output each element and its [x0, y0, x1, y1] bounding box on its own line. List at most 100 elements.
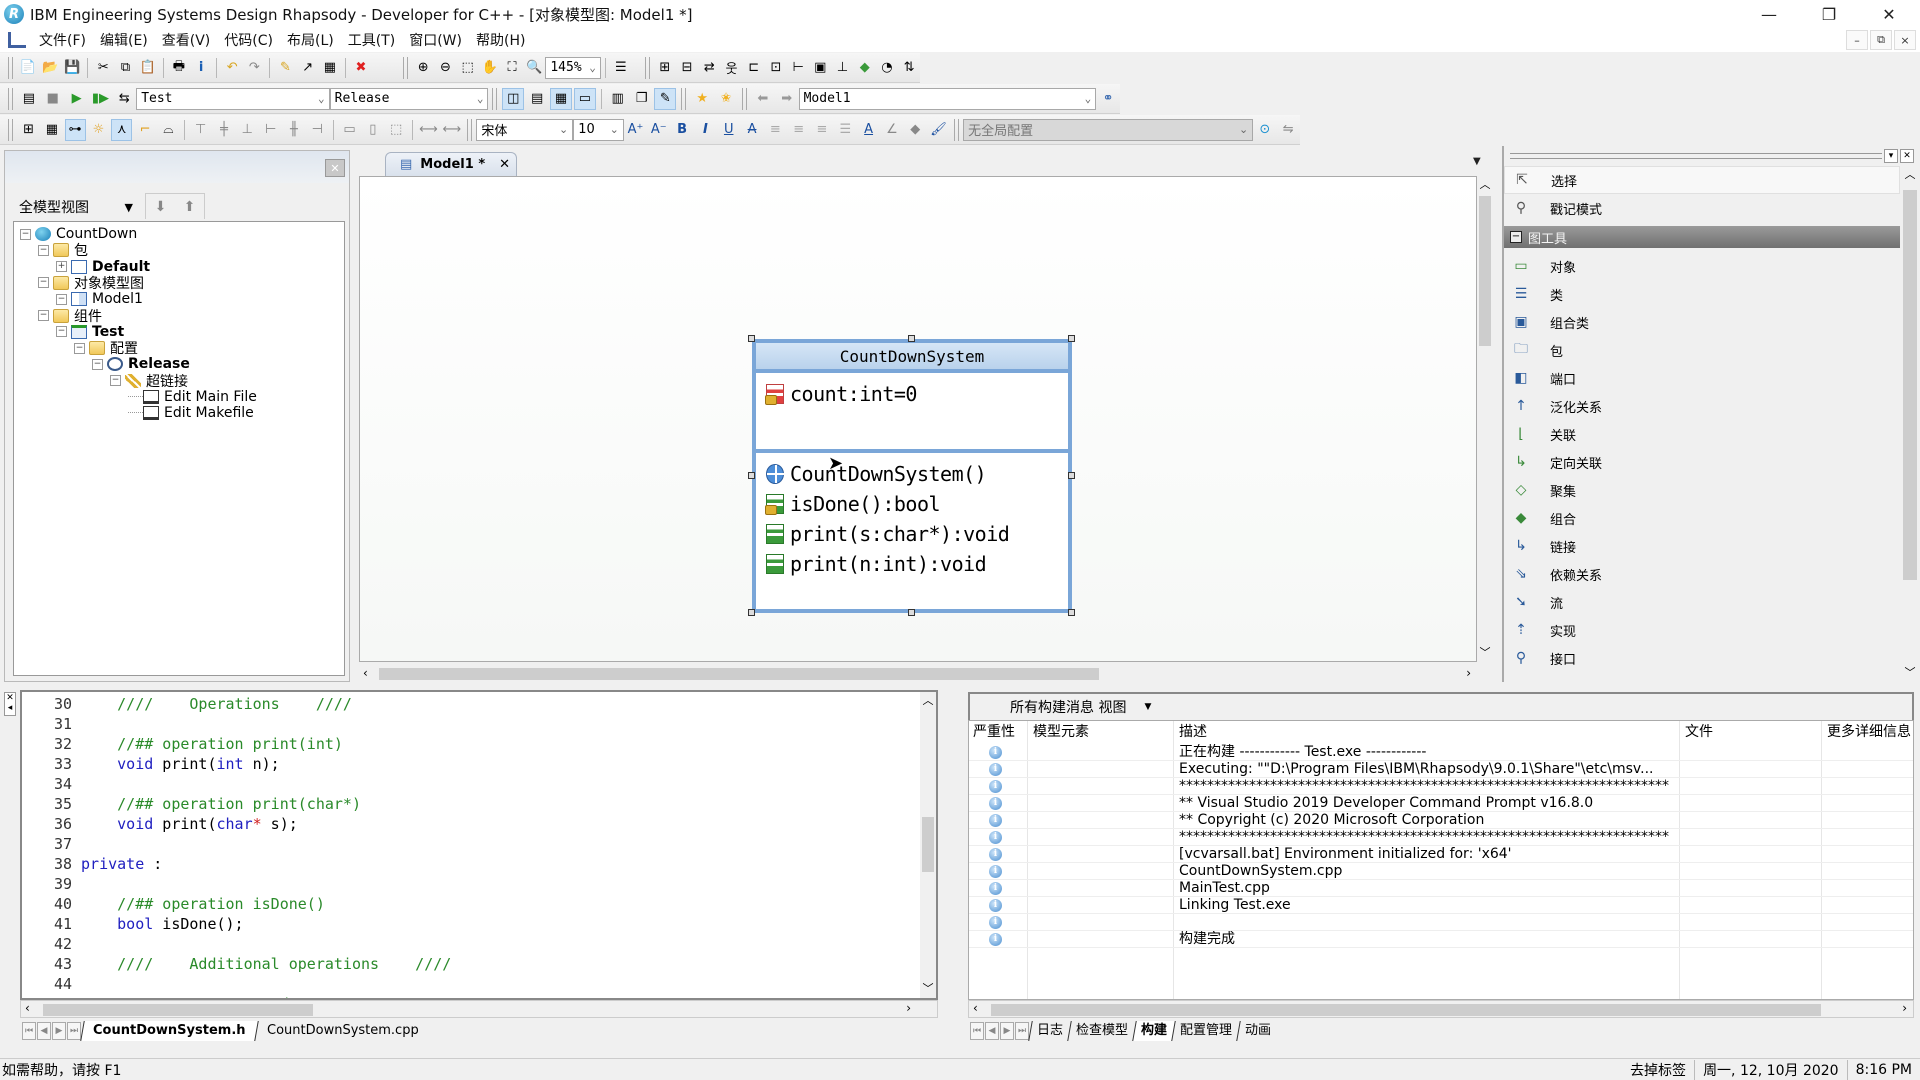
use-case-icon[interactable]: 웃	[721, 57, 741, 79]
first-tab-icon[interactable]: ⏮	[22, 1022, 36, 1040]
toolbox-section-header[interactable]: − 图工具	[1504, 226, 1900, 248]
sync-icon[interactable]: ⊙	[1254, 119, 1275, 141]
output-tab[interactable]: 配置管理	[1171, 1021, 1240, 1041]
features-toggle-icon[interactable]: ▤	[526, 88, 548, 110]
collapse-icon[interactable]: −	[38, 244, 49, 256]
code-line[interactable]: 41 bool isDone();	[22, 914, 244, 934]
code-line[interactable]: 44	[22, 974, 81, 994]
stop-icon[interactable]: ■	[42, 88, 64, 110]
code-file-tab[interactable]: CountDownSystem.h	[80, 1021, 258, 1041]
diagram-tool-1-icon[interactable]: ⊞	[655, 57, 675, 79]
scroll-left-icon[interactable]: ‹	[973, 1001, 978, 1015]
favorites-icon[interactable]: ★	[691, 88, 713, 110]
align-right-icon[interactable]: ⊣	[307, 119, 328, 141]
rectilinear-line-icon[interactable]: ⌐	[134, 119, 155, 141]
tab-list-dropdown-icon[interactable]: ▼	[1473, 156, 1487, 170]
menu-window[interactable]: 窗口(W)	[402, 30, 469, 50]
code-line[interactable]: 33 void print(int n);	[22, 754, 280, 774]
panel-icon[interactable]: ◔	[877, 57, 897, 79]
scroll-left-icon[interactable]: ‹	[25, 1001, 30, 1015]
collapse-icon[interactable]: −	[74, 342, 85, 354]
operation-item[interactable]: print(s:char*):void	[766, 519, 1058, 549]
sequence-icon[interactable]: ⊏	[744, 57, 764, 79]
code-line[interactable]: 30 //// Operations ////	[22, 694, 352, 714]
toolbox-grip[interactable]	[1510, 153, 1882, 159]
mdi-system-icon[interactable]	[8, 32, 26, 48]
column-details[interactable]: 更多详细信息	[1823, 721, 1911, 743]
binoculars-icon[interactable]: ⚭	[1097, 88, 1119, 110]
move-up-icon[interactable]: ⬆	[184, 199, 196, 215]
toolbox-item[interactable]: ➘ 流	[1504, 588, 1900, 616]
scroll-thumb[interactable]	[922, 817, 934, 872]
toolbox-item[interactable]: ⚲ 戳记模式	[1504, 194, 1900, 222]
same-height-icon[interactable]: ▯	[362, 119, 383, 141]
align-text-right-icon[interactable]: ≡	[811, 119, 832, 141]
font-size-combo[interactable]: 10 ⌄	[573, 118, 624, 141]
generate-make-run-icon[interactable]: ▮▶	[90, 88, 112, 110]
toolbar-grip[interactable]	[8, 87, 13, 110]
column-severity[interactable]: 严重性	[969, 721, 1015, 743]
scroll-up-icon[interactable]: ︿	[1477, 176, 1493, 192]
fill-color-icon[interactable]: ◆	[905, 119, 926, 141]
mdi-close-button[interactable]: ×	[1894, 30, 1916, 50]
toolbox-item[interactable]: ◆ 组合	[1504, 504, 1900, 532]
build-message-row[interactable]: i CountDownSystem.cpp	[969, 863, 1913, 880]
diagram-navigator-icon[interactable]: ✎	[654, 87, 677, 110]
resize-handle[interactable]	[1068, 609, 1075, 616]
prev-tab-icon[interactable]: ◀	[985, 1022, 999, 1040]
attributes-compartment[interactable]: count:int=0	[756, 373, 1068, 453]
operations-compartment[interactable]: CountDownSystem() isDone():bool print(s:…	[756, 453, 1068, 585]
line-style-icon[interactable]: ⋏	[111, 118, 133, 141]
close-button[interactable]: ✕	[1866, 0, 1912, 28]
zoom-combo[interactable]: 145% ⌄	[545, 56, 601, 79]
cut-icon[interactable]: ✂	[93, 57, 113, 79]
collapse-icon[interactable]: −	[110, 375, 121, 387]
toolbox-close-icon[interactable]: ✕	[1900, 149, 1914, 163]
output-toggle-icon[interactable]: ▭	[573, 87, 596, 110]
operation-item[interactable]: isDone():bool	[765, 489, 1058, 519]
grid-icon[interactable]: ⊞	[18, 119, 39, 141]
stamp-toggle-icon[interactable]: ⊶	[64, 118, 86, 141]
redo-icon[interactable]: ↷	[244, 57, 264, 79]
code-editor[interactable]: 30 //// Operations ////31 32 //## operat…	[20, 690, 938, 1000]
space-vertical-icon[interactable]: ⟷	[441, 119, 462, 141]
italic-icon[interactable]: I	[695, 119, 716, 141]
diagram-canvas[interactable]: CountDownSystem count:int=0 CountDownSys…	[359, 176, 1477, 662]
back-icon[interactable]: ⬅	[752, 88, 774, 110]
build-message-row[interactable]: i	[969, 914, 1913, 931]
toolbar-grip[interactable]	[492, 87, 498, 110]
delete-icon[interactable]: ✖	[351, 57, 371, 79]
align-middle-icon[interactable]: ╪	[213, 119, 234, 141]
toolbar-grip[interactable]	[8, 118, 13, 141]
scroll-down-icon[interactable]: ﹀	[1477, 644, 1493, 660]
code-line[interactable]: 35 //## operation print(char*)	[22, 794, 361, 814]
edit-features-icon[interactable]: ▦	[320, 57, 340, 79]
build-message-row[interactable]: i ***************************************…	[969, 778, 1913, 795]
operation-item[interactable]: print(n:int):void	[766, 549, 1058, 579]
tree-node[interactable]: − 超链接	[110, 373, 188, 390]
code-line[interactable]: 39	[22, 874, 81, 894]
same-size-icon[interactable]: ⬚	[386, 119, 407, 141]
resize-handle[interactable]	[748, 609, 755, 616]
run-icon[interactable]: ▶	[66, 88, 88, 110]
underline-icon[interactable]: U	[718, 119, 739, 141]
build-message-row[interactable]: i Executing: ""D:\Program Files\IBM\Rhaps…	[969, 761, 1913, 778]
navigate-icon[interactable]: ↗	[298, 57, 318, 79]
menu-file[interactable]: 文件(F)	[32, 30, 93, 50]
transfer-icon[interactable]: ⇋	[1278, 119, 1299, 141]
toolbar-grip[interactable]	[954, 118, 960, 141]
zoom-in-icon[interactable]: ⊕	[413, 57, 433, 79]
diagram-tool-2-icon[interactable]: ⊟	[677, 57, 697, 79]
scroll-down-icon[interactable]: ﹀	[920, 980, 936, 996]
scroll-right-icon[interactable]: ›	[1466, 666, 1471, 680]
toolbox-item[interactable]: ◇ 聚集	[1504, 476, 1900, 504]
browser-close-button[interactable]: ✕	[325, 159, 345, 177]
class-countdownsystem[interactable]: CountDownSystem count:int=0 CountDownSys…	[752, 339, 1072, 613]
output-tab[interactable]: 构建	[1132, 1021, 1175, 1041]
expand-icon[interactable]: +	[56, 261, 67, 273]
move-down-icon[interactable]: ⬇	[155, 199, 167, 215]
code-vertical-scrollbar[interactable]: ︿ ﹀	[920, 692, 936, 998]
forward-icon[interactable]: ➡	[776, 88, 798, 110]
mdi-minimize-button[interactable]: –	[1846, 30, 1868, 50]
toolbox-item[interactable]: ⇘ 依赖关系	[1504, 560, 1900, 588]
